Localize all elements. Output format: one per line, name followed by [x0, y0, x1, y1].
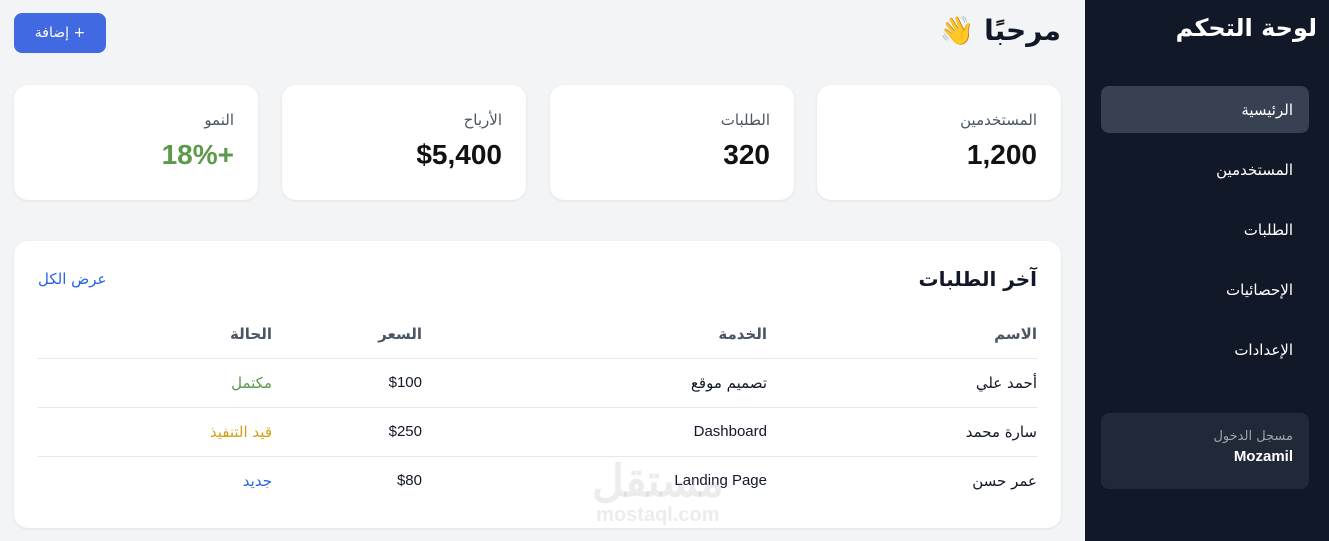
cell-price: $100 [272, 358, 422, 408]
view-all-link[interactable]: عرض الكل [38, 270, 107, 288]
sidebar-item-label: الإعدادات [1234, 340, 1293, 359]
column-header-name: الاسم [767, 311, 1037, 359]
sidebar-item-orders[interactable]: الطلبات [1101, 206, 1309, 253]
sidebar-title: لوحة التحكم [1175, 14, 1317, 42]
stat-label: الطلبات [720, 111, 770, 129]
cell-price: $80 [396, 472, 422, 490]
username: Mozamil [1233, 448, 1293, 465]
recent-orders-panel: آخر الطلبات عرض الكل الاسم الخدمة السعر … [14, 241, 1061, 528]
recent-orders-title: آخر الطلبات [918, 267, 1037, 291]
logged-in-user: مسجل الدخول Mozamil [1101, 413, 1309, 489]
cell-name: عمر حسن [972, 471, 1037, 490]
column-header-price: السعر [272, 311, 422, 359]
status-complete: مكتمل [38, 358, 272, 408]
orders-table: الاسم الخدمة السعر الحالة أحمد علي تصميم… [38, 311, 1037, 505]
table-row[interactable]: أحمد علي تصميم موقع $100 مكتمل [38, 358, 1037, 408]
sidebar-item-users[interactable]: المستخدمين [1101, 146, 1309, 193]
page-title: مرحبًا 👋 [939, 14, 1062, 47]
cell-service: Landing Page [674, 472, 767, 490]
table-row[interactable]: سارة محمد Dashboard $250 قيد التنفيذ [38, 407, 1037, 457]
stat-card-orders: الطلبات 320 [550, 85, 794, 200]
stat-card-profits: الأرباح $5,400 [282, 85, 526, 200]
cell-service: تصميم موقع [422, 358, 767, 408]
stat-card-growth: النمو +18% [14, 85, 258, 200]
column-header-service: الخدمة [422, 311, 767, 359]
sidebar-item-label: المستخدمين [1216, 160, 1293, 179]
cell-name: أحمد علي [767, 358, 1037, 408]
logged-in-label: مسجل الدخول [1213, 429, 1293, 444]
stat-label: النمو [204, 111, 234, 129]
column-header-status: الحالة [38, 311, 272, 359]
sidebar: لوحة التحكم الرئيسية المستخدمين الطلبات … [1085, 0, 1329, 541]
stat-card-users: المستخدمين 1,200 [817, 85, 1061, 200]
cell-name: سارة محمد [767, 407, 1037, 457]
stat-value: 1,200 [966, 139, 1037, 170]
cell-price: $250 [272, 407, 422, 457]
add-button[interactable]: + إضافة [14, 13, 106, 53]
status-new: جديد [242, 471, 272, 490]
sidebar-item-settings[interactable]: الإعدادات [1101, 326, 1309, 373]
sidebar-item-label: الطلبات [1243, 220, 1293, 239]
sidebar-item-statistics[interactable]: الإحصائيات [1101, 266, 1309, 313]
status-in-progress: قيد التنفيذ [38, 407, 272, 457]
cell-service: Dashboard [422, 407, 767, 457]
stat-label: المستخدمين [960, 111, 1037, 129]
table-row[interactable]: عمر حسن Landing Page $80 جديد [38, 456, 1037, 505]
stat-value: +18% [161, 139, 234, 170]
sidebar-item-home[interactable]: الرئيسية [1101, 86, 1309, 133]
sidebar-item-label: الرئيسية [1241, 100, 1293, 119]
stat-label: الأرباح [463, 111, 502, 129]
sidebar-item-label: الإحصائيات [1226, 280, 1293, 299]
stat-value: 320 [723, 139, 770, 170]
stat-value: $5,400 [416, 139, 502, 170]
table-header-row: الاسم الخدمة السعر الحالة [38, 311, 1037, 359]
